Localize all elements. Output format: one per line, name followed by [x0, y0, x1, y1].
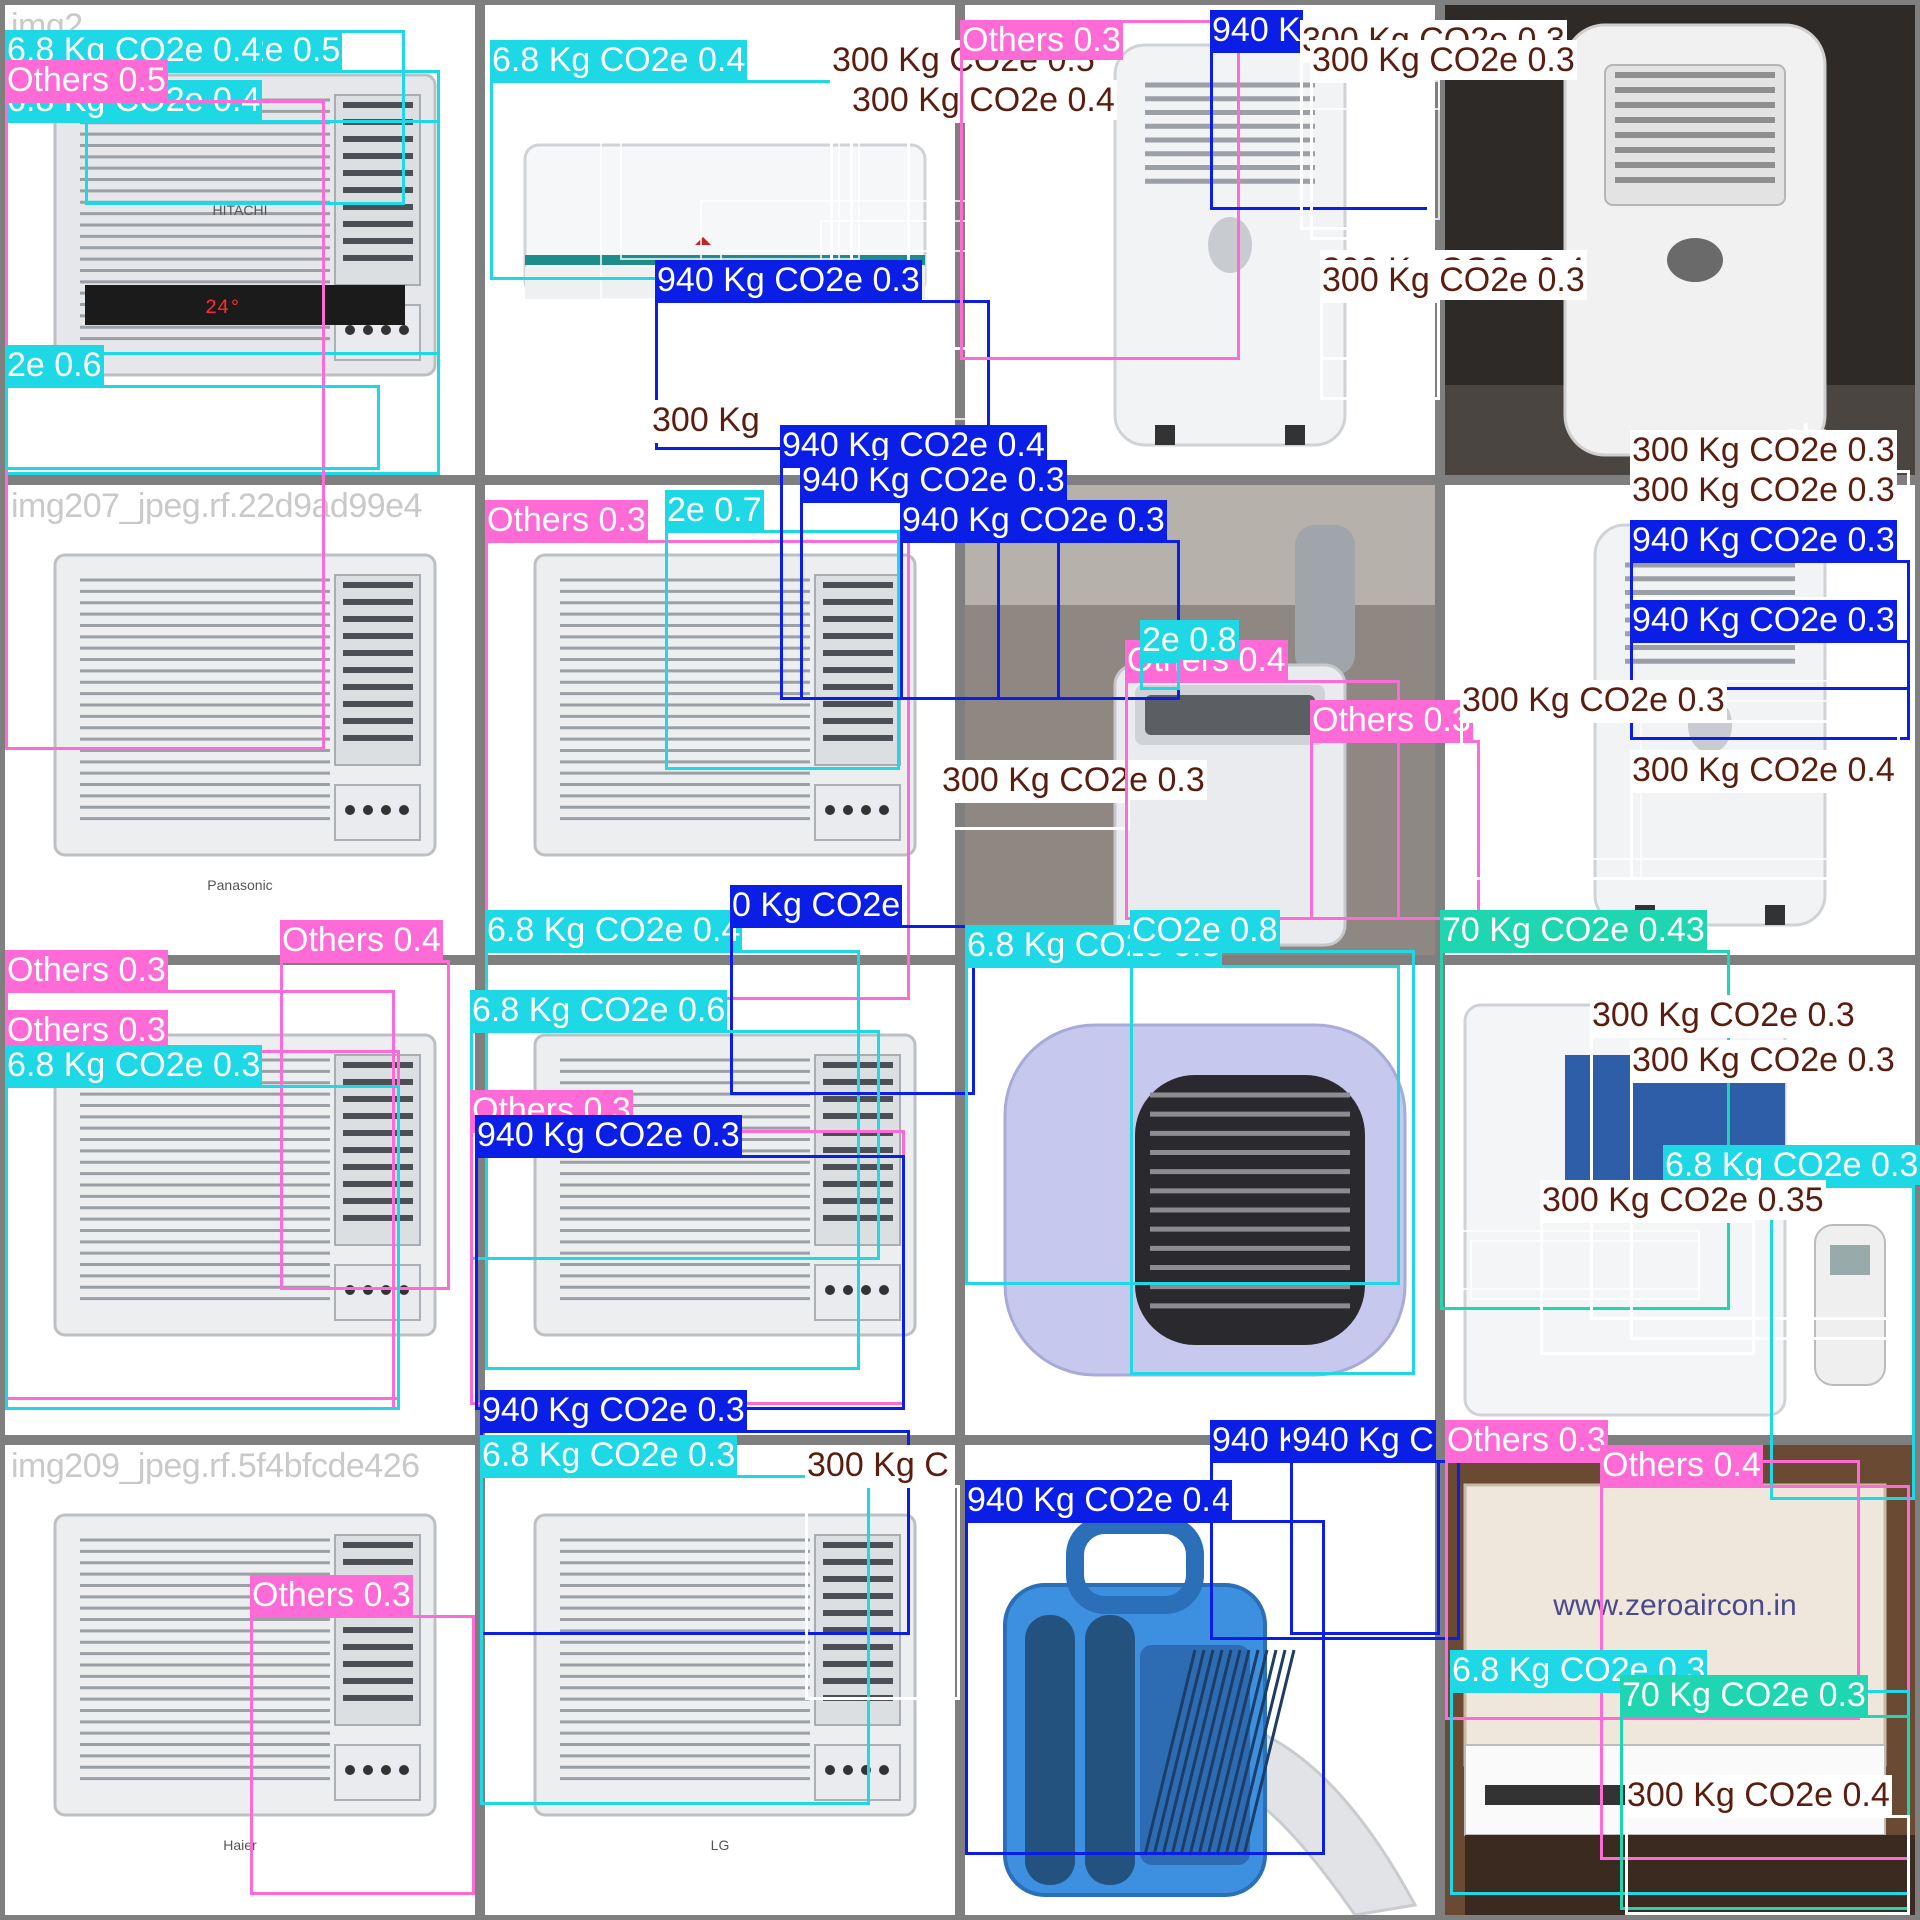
- detection-label: 6.8 Kg CO2e 0.4: [490, 40, 748, 80]
- detection-label: 300 Kg C: [805, 1445, 951, 1485]
- detection-label: 300 Kg CO2e 0.3: [1630, 470, 1897, 510]
- detection-label: 6.8 Kg CO2e 0.6: [470, 990, 728, 1030]
- detection-label: 300 Kg: [650, 400, 762, 440]
- detection-label: 940 K: [1210, 10, 1303, 50]
- detection-label: 940 Kg CO2e 0.4: [780, 425, 1047, 465]
- detection-label: 300 Kg CO2e 0.3: [1630, 1040, 1897, 1080]
- bbox-c940: [1290, 1460, 1440, 1635]
- detection-label: 2e 0.7: [665, 490, 764, 530]
- detection-label: 940 Kg CO2e 0.3: [475, 1115, 742, 1155]
- detection-label: 940 Kg CO2e 0.3: [655, 260, 922, 300]
- bbox-c940: [475, 1155, 905, 1410]
- detection-label: 940 Kg CO2e 0.4: [965, 1480, 1232, 1520]
- detection-label: Others 0.3: [485, 500, 648, 540]
- detection-label: 940 Kg CO2e 0.3: [800, 460, 1067, 500]
- detection-label: 70 Kg CO2e 0.3: [1620, 1675, 1868, 1715]
- bbox-c300: [805, 1485, 960, 1700]
- detection-label: Others 0.3: [5, 950, 168, 990]
- detection-label: 940 Kg CO2e 0.3: [1630, 520, 1897, 560]
- bbox-c300: [1310, 80, 1430, 240]
- detection-label: 2e 0.8: [1140, 620, 1239, 660]
- detection-label: Others 0.3: [960, 20, 1123, 60]
- detection-label: Others 0.3: [1310, 700, 1473, 740]
- detection-label: Others 0.4: [1600, 1445, 1763, 1485]
- detection-label: 300 Kg CO2e 0.3: [1460, 680, 1727, 720]
- detection-label: 300 Kg CO2e 0.3: [1630, 430, 1897, 470]
- bbox-oth: [1310, 740, 1480, 920]
- detection-label: 300 Kg CO2e 0.3: [1590, 995, 1857, 1035]
- brand-logo: LG: [711, 1837, 730, 1853]
- detection-mosaic: 24°HITACHIimg2olxPanasonicimg207_jpeg.rf…: [0, 0, 1920, 1920]
- detection-label: CO2e 0.8: [1130, 910, 1280, 950]
- detection-label: 300 Kg CO2e 0.3: [1310, 40, 1577, 80]
- detection-label: 70 Kg CO2e 0.43: [1440, 910, 1707, 950]
- brand-logo: Panasonic: [207, 877, 272, 893]
- detection-label: Others 0.3: [1445, 1420, 1608, 1460]
- detection-label: 940 Kg CO2e 0.3: [1630, 600, 1897, 640]
- bbox-c300: [940, 800, 1130, 830]
- detection-label: Others 0.5: [5, 60, 168, 100]
- detection-label: 940 Kg CO2e 0.3: [900, 500, 1167, 540]
- detection-label: 300 Kg CO2e 0.4: [1630, 750, 1897, 790]
- detection-label: 6.8 Kg CO2e 0.3: [1663, 1145, 1920, 1185]
- bbox-c68: [1140, 660, 1180, 690]
- bbox-c300: [1625, 1815, 1910, 1915]
- bbox-c300: [1320, 300, 1440, 400]
- detection-label: 6.8 Kg CO2e 0.4: [485, 910, 743, 950]
- detection-label: Others 0.3: [5, 1010, 168, 1050]
- bbox-c68: [1130, 950, 1415, 1375]
- detection-label: 6.8 Kg CO2e 0.3: [5, 1045, 263, 1085]
- bbox-oth: [250, 1615, 475, 1895]
- detection-label: 300 Kg CO2e 0.3: [1320, 260, 1587, 300]
- detection-label: 300 Kg CO2e 0.4: [1625, 1775, 1892, 1815]
- detection-label: 940 K: [1210, 1420, 1303, 1460]
- bbox-c68: [5, 385, 380, 470]
- bbox-c300: [1630, 790, 1910, 880]
- bbox-c68: [5, 1085, 400, 1410]
- bbox-oth: [960, 20, 1240, 360]
- bbox-c300: [1540, 1220, 1755, 1355]
- detection-label: 940 Kg C: [1290, 1420, 1436, 1460]
- detection-label: 940 Kg CO2e 0.3: [480, 1390, 747, 1430]
- bbox-c68: [1770, 1185, 1915, 1500]
- detection-label: Others 0.4: [280, 920, 443, 960]
- detection-label: 2e 0.6: [5, 345, 104, 385]
- detection-label: 6.8 Kg CO2e 0.3: [480, 1435, 738, 1475]
- detection-label: 300 Kg CO2e 0.35: [1540, 1180, 1826, 1220]
- detection-label: 0 Kg CO2e: [730, 885, 903, 925]
- detection-label: Others 0.3: [250, 1575, 413, 1615]
